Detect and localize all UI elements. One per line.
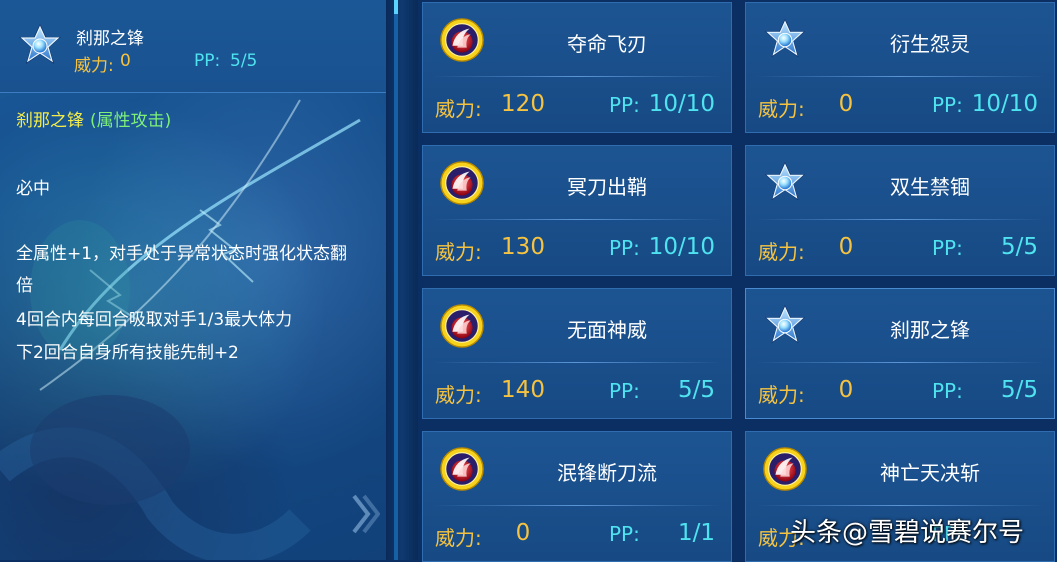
fire-attack-icon	[440, 18, 484, 62]
power-label: 威力:	[435, 240, 482, 264]
power-label: 威力:	[758, 240, 805, 264]
chevron-right-icon[interactable]	[350, 492, 380, 536]
description-line: 全属性+1，对手处于异常状态时强化状态翻	[16, 244, 348, 264]
description-skill-name: 刹那之锋	[16, 111, 84, 131]
power-label: 威力:	[758, 97, 805, 121]
star-icon	[764, 18, 806, 58]
selected-pp-label: PP:	[194, 51, 221, 71]
pp-value: 10/10	[971, 91, 1038, 117]
selected-skill-name: 刹那之锋	[76, 29, 144, 49]
power-label: 威力:	[435, 97, 482, 121]
watermark: 头条@雪碧说赛尔号	[790, 518, 1025, 548]
description-line: 4回合内每回合吸取对手1/3最大体力	[16, 310, 293, 330]
star-icon	[764, 304, 806, 344]
skill-name: 双生禁锢	[890, 175, 970, 199]
selected-power-label: 威力:	[74, 56, 114, 76]
description-line: 倍	[16, 276, 33, 296]
selected-skill-header: 刹那之锋 威力: 0 PP: 5/5	[0, 0, 386, 93]
star-icon	[18, 23, 62, 65]
skill-card[interactable]: 衍生怨灵 威力: 0 PP: 10/10	[745, 2, 1055, 133]
skill-name: 衍生怨灵	[890, 32, 970, 56]
skill-card-selected[interactable]: 刹那之锋 威力: 0 PP: 5/5	[745, 288, 1055, 419]
power-value: 0	[515, 520, 531, 546]
power-label: 威力:	[435, 526, 482, 550]
panel-divider	[386, 0, 418, 560]
pp-value: 1/1	[677, 520, 715, 546]
fire-attack-icon	[440, 161, 484, 205]
power-value: 0	[838, 91, 854, 117]
fire-attack-icon	[440, 304, 484, 348]
power-label: 威力:	[758, 383, 805, 407]
pp-label: PP:	[609, 93, 640, 117]
skill-name: 泯锋断刀流	[557, 461, 657, 485]
power-value: 0	[838, 377, 854, 403]
selected-pp-value: 5/5	[230, 51, 258, 71]
skill-name: 刹那之锋	[890, 318, 970, 342]
pp-value: 10/10	[648, 91, 715, 117]
description-category: (属性攻击)	[90, 111, 172, 131]
skill-name: 无面神威	[567, 318, 647, 342]
pp-label: PP:	[609, 379, 640, 403]
pp-label: PP:	[609, 236, 640, 260]
pp-label: PP:	[609, 522, 640, 546]
fire-attack-icon	[440, 447, 484, 491]
description-title: 刹那之锋 (属性攻击)	[16, 106, 171, 131]
skill-card[interactable]: 泯锋断刀流 威力: 0 PP: 1/1	[422, 431, 732, 562]
fire-attack-icon	[763, 447, 807, 491]
pp-label: PP:	[932, 236, 963, 260]
power-value: 120	[501, 91, 545, 117]
power-value: 130	[501, 234, 545, 260]
pp-label: PP:	[932, 379, 963, 403]
selected-power-value: 0	[120, 51, 131, 71]
pp-value: 5/5	[677, 377, 715, 403]
skill-card[interactable]: 无面神威 威力: 140 PP: 5/5	[422, 288, 732, 419]
power-label: 威力:	[435, 383, 482, 407]
pp-value: 10/10	[648, 234, 715, 260]
pp-label: PP:	[932, 93, 963, 117]
pp-value: 5/5	[1000, 377, 1038, 403]
power-value: 140	[501, 377, 545, 403]
skill-name: 冥刀出鞘	[567, 175, 647, 199]
skill-name: 神亡天决斩	[880, 461, 980, 485]
power-value: 0	[838, 234, 854, 260]
description-line: 必中	[16, 179, 50, 199]
skill-card[interactable]: 冥刀出鞘 威力: 130 PP: 10/10	[422, 145, 732, 276]
star-icon	[764, 161, 806, 201]
skill-card[interactable]: 夺命飞刃 威力: 120 PP: 10/10	[422, 2, 732, 133]
skill-name: 夺命飞刃	[567, 32, 647, 56]
pp-value: 5/5	[1000, 234, 1038, 260]
skill-detail-panel: 刹那之锋 威力: 0 PP: 5/5 刹那之锋 (属性攻击) 必中 全属性+1，对…	[0, 0, 386, 560]
description-line: 下2回合自身所有技能先制+2	[16, 343, 239, 363]
skill-card[interactable]: 双生禁锢 威力: 0 PP: 5/5	[745, 145, 1055, 276]
